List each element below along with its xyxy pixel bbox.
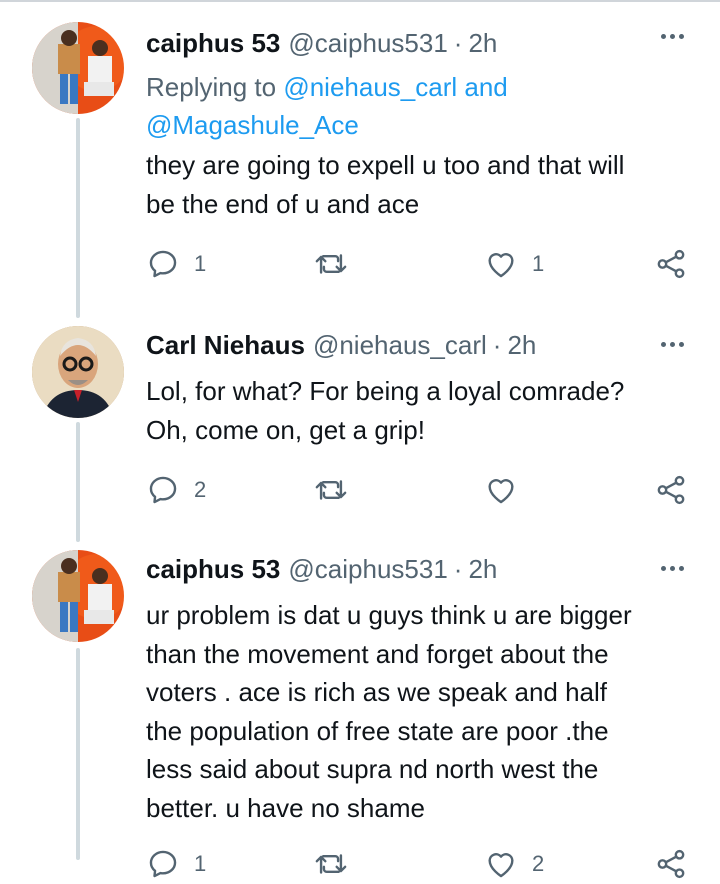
separator-dot: ·	[453, 27, 463, 58]
retweet-icon	[315, 854, 347, 874]
user-handle[interactable]: @caiphus531	[288, 554, 447, 585]
heart-icon	[488, 853, 514, 878]
tweet-text-line: less said about supra nd north west the	[146, 754, 599, 784]
tweet-text: they are going to expell u too and that …	[146, 146, 691, 223]
share-button[interactable]	[654, 844, 688, 884]
tweet-header: caiphus 53 @caiphus531 · 2h	[146, 24, 497, 62]
replying-to-label: Replying to	[146, 72, 277, 102]
reply-count: 1	[194, 851, 207, 876]
user-handle[interactable]: @niehaus_carl	[313, 330, 487, 361]
more-icon[interactable]	[661, 566, 684, 571]
heart-icon	[488, 479, 514, 504]
tweet-text-line: Lol, for what? For being a loyal comrade…	[146, 376, 625, 406]
reply-button[interactable]: 2	[146, 470, 206, 510]
display-name[interactable]: caiphus 53	[146, 554, 280, 585]
retweet-icon	[315, 480, 347, 500]
timestamp[interactable]: 2h	[468, 554, 497, 585]
share-button[interactable]	[654, 470, 688, 510]
mention-link[interactable]: @Magashule_Ace	[146, 110, 359, 140]
retweet-button[interactable]	[314, 244, 348, 284]
tweet[interactable]: caiphus 53 @caiphus531 · 2h Replying to …	[0, 22, 720, 312]
retweet-button[interactable]	[314, 470, 348, 510]
mention-link[interactable]: @niehaus_carl	[283, 72, 457, 102]
action-bar: 2	[146, 470, 706, 510]
reply-icon	[149, 250, 177, 278]
reply-button[interactable]: 1	[146, 244, 206, 284]
mention-and: and	[464, 72, 508, 102]
tweet[interactable]: Carl Niehaus @niehaus_carl · 2h Lol, for…	[0, 326, 720, 526]
timestamp[interactable]: 2h	[468, 28, 497, 59]
reply-count: 1	[194, 251, 207, 276]
tweet-text-line: the population of free state are poor .t…	[146, 715, 609, 746]
separator-dot: ·	[492, 329, 502, 360]
reply-count: 2	[194, 477, 207, 502]
reply-icon	[149, 850, 177, 878]
timestamp[interactable]: 2h	[507, 330, 536, 361]
reply-icon	[149, 476, 177, 504]
heart-icon	[488, 253, 514, 278]
tweet-text-line: Oh, come on, get a grip!	[146, 414, 425, 445]
tweet-text-line: ur problem is dat u guys think u are big…	[146, 600, 632, 630]
tweet-header: caiphus 53 @caiphus531 · 2h	[146, 550, 497, 588]
share-button[interactable]	[654, 244, 688, 284]
tweet-text: Lol, for what? For being a loyal comrade…	[146, 372, 691, 449]
avatar[interactable]	[32, 326, 124, 418]
like-count: 1	[532, 251, 545, 276]
tweet-header: Carl Niehaus @niehaus_carl · 2h	[146, 326, 536, 364]
user-handle[interactable]: @caiphus531	[288, 28, 447, 59]
replying-to: Replying to @niehaus_carl and @Magashule…	[146, 68, 686, 144]
retweet-button[interactable]	[314, 844, 348, 884]
like-button[interactable]	[484, 470, 518, 510]
action-bar: 1 2	[146, 844, 706, 884]
avatar[interactable]	[32, 550, 124, 642]
like-count: 2	[532, 851, 545, 876]
like-button[interactable]: 1	[484, 244, 544, 284]
action-bar: 1 1	[146, 244, 706, 284]
separator-dot: ·	[453, 553, 463, 584]
share-icon	[657, 249, 685, 279]
tweet-text-line: than the movement and forget about the	[146, 638, 609, 669]
display-name[interactable]: caiphus 53	[146, 28, 280, 59]
reply-button[interactable]: 1	[146, 844, 206, 884]
retweet-icon	[315, 254, 347, 274]
tweet-text-line: they are going to expell u too and that …	[146, 150, 625, 180]
tweet-text-line: be the end of u and ace	[146, 188, 420, 219]
avatar[interactable]	[32, 22, 124, 114]
share-icon	[657, 475, 685, 505]
like-button[interactable]: 2	[484, 844, 544, 884]
tweet-text-line: better. u have no shame	[146, 792, 425, 823]
more-icon[interactable]	[661, 342, 684, 347]
tweet[interactable]: caiphus 53 @caiphus531 · 2h ur problem i…	[0, 550, 720, 879]
display-name[interactable]: Carl Niehaus	[146, 330, 305, 361]
tweet-text: ur problem is dat u guys think u are big…	[146, 596, 691, 827]
tweet-text-line: voters . ace is rich as we speak and hal…	[146, 677, 608, 707]
share-icon	[657, 849, 685, 879]
more-icon[interactable]	[661, 34, 684, 39]
top-divider	[0, 0, 720, 2]
